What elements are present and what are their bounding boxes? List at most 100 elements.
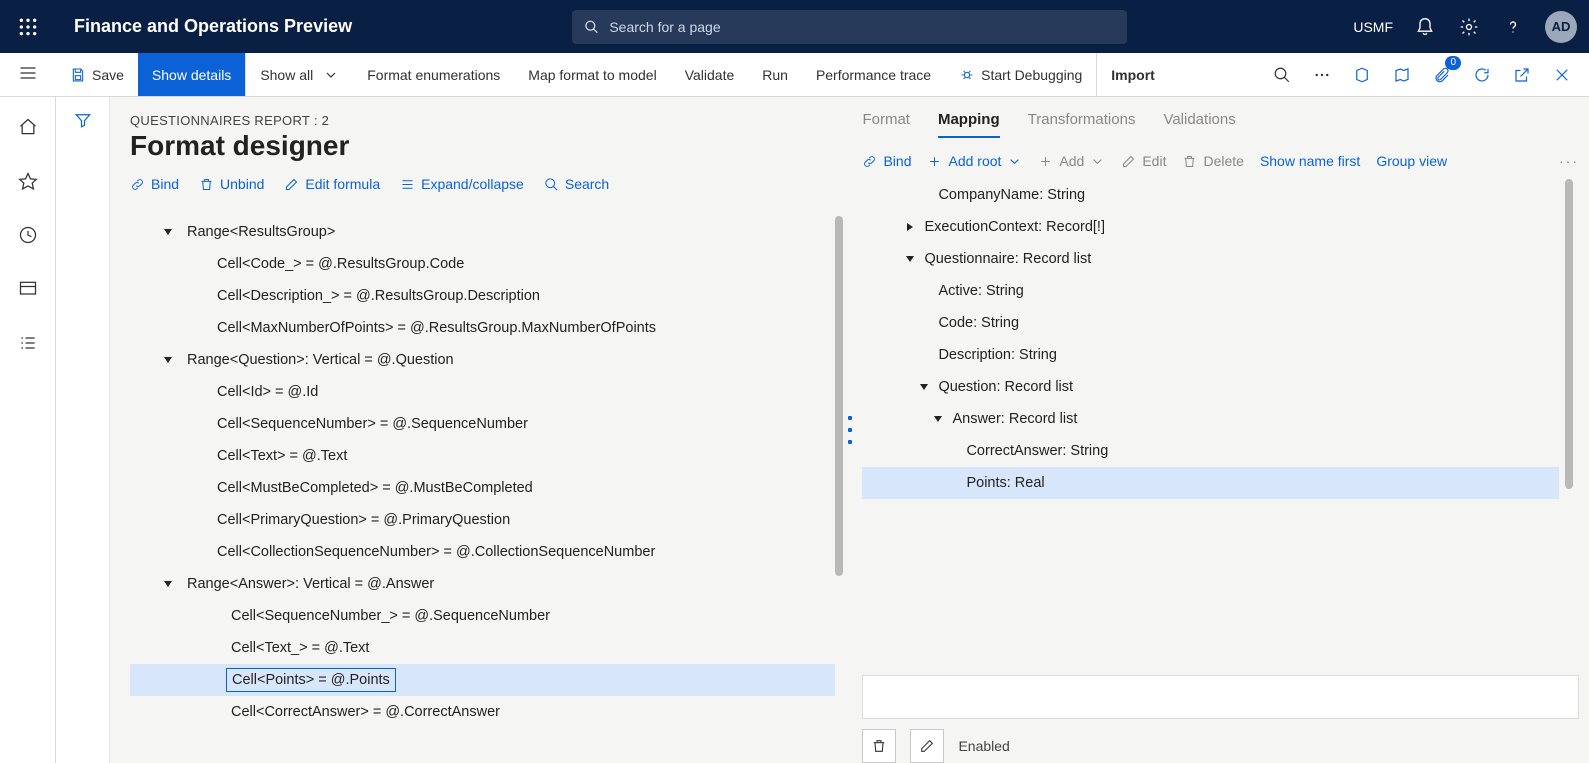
mapping-tree-row[interactable]: CompanyName: String (862, 179, 1559, 211)
expand-toggle-icon[interactable] (916, 379, 932, 395)
tab-format[interactable]: Format (862, 105, 910, 138)
bind-button[interactable]: Bind (130, 176, 179, 192)
mapping-node-label: CorrectAnswer: String (966, 443, 1108, 459)
expand-toggle-icon[interactable] (160, 352, 176, 368)
format-tree-row[interactable]: Cell<MaxNumberOfPoints> = @.ResultsGroup… (130, 312, 835, 344)
tree-spacer (944, 475, 960, 491)
mapping-bind-button[interactable]: Bind (862, 153, 911, 169)
format-tree-row[interactable]: Cell<SequenceNumber> = @.SequenceNumber (130, 408, 835, 440)
run-button[interactable]: Run (748, 53, 802, 96)
tree-node-label: Cell<Points> = @.Points (226, 668, 396, 692)
tree-node-label: Range<ResultsGroup> (182, 221, 340, 243)
format-tree-row[interactable]: Cell<SequenceNumber_> = @.SequenceNumber (130, 600, 835, 632)
mapping-tree-row[interactable]: ExecutionContext: Record[!] (862, 211, 1559, 243)
global-search[interactable] (572, 10, 1127, 44)
add-root-button[interactable]: Add root (927, 153, 1022, 169)
format-tree-row[interactable]: Cell<CorrectAnswer> = @.CorrectAnswer (130, 696, 835, 728)
expand-toggle-icon[interactable] (902, 219, 918, 235)
nav-recent-icon[interactable] (12, 219, 44, 251)
mapping-tree-row[interactable]: CorrectAnswer: String (862, 435, 1559, 467)
mapping-node-label: Answer: Record list (952, 411, 1077, 427)
nav-modules-icon[interactable] (12, 327, 44, 359)
map-format-to-model-button[interactable]: Map format to model (514, 53, 670, 96)
toolbar-refresh-icon[interactable] (1467, 60, 1497, 90)
tree-spacer (190, 544, 206, 560)
toolbar-attachments-icon[interactable]: 0 (1427, 60, 1457, 90)
legal-entity[interactable]: USMF (1353, 19, 1393, 35)
mapping-tree-row[interactable]: Code: String (862, 307, 1559, 339)
show-name-first-button[interactable]: Show name first (1260, 153, 1360, 169)
tree-spacer (190, 384, 206, 400)
expand-toggle-icon[interactable] (160, 224, 176, 240)
nav-favorites-icon[interactable] (12, 165, 44, 197)
mapping-tree-row[interactable]: Questionnaire: Record list (862, 243, 1559, 275)
mapping-tree-row[interactable]: Question: Record list (862, 371, 1559, 403)
user-avatar[interactable]: AD (1545, 11, 1577, 43)
mapping-scrollbar-thumb[interactable] (1565, 179, 1573, 489)
tree-search-button[interactable]: Search (544, 176, 609, 192)
expand-toggle-icon[interactable] (160, 576, 176, 592)
filter-panel-toggle[interactable] (56, 97, 110, 763)
nav-collapse-toggle[interactable] (0, 53, 56, 97)
tree-spacer (190, 448, 206, 464)
enabled-label: Enabled (958, 738, 1009, 754)
toolbar-more-icon[interactable] (1307, 60, 1337, 90)
format-tree[interactable]: Range<ResultsGroup> Cell<Code_> = @.Resul… (130, 216, 843, 763)
nav-rail (0, 97, 56, 763)
nav-workspaces-icon[interactable] (12, 273, 44, 305)
help-icon[interactable] (1501, 15, 1525, 39)
mapping-tree-row[interactable]: Active: String (862, 275, 1559, 307)
format-tree-row[interactable]: Cell<CollectionSequenceNumber> = @.Colle… (130, 536, 835, 568)
toolbar-office-icon[interactable] (1347, 60, 1377, 90)
toolbar-popout-icon[interactable] (1507, 60, 1537, 90)
mapping-tree-row[interactable]: Description: String (862, 339, 1559, 371)
format-tree-row[interactable]: Range<ResultsGroup> (130, 216, 835, 248)
tab-transformations[interactable]: Transformations (1028, 105, 1136, 138)
scrollbar-thumb[interactable] (835, 216, 843, 576)
format-tree-row[interactable]: Cell<Text_> = @.Text (130, 632, 835, 664)
tab-validations[interactable]: Validations (1163, 105, 1235, 138)
enabled-edit-button[interactable] (910, 729, 944, 763)
expand-toggle-icon[interactable] (902, 251, 918, 267)
save-button[interactable]: Save (56, 53, 138, 96)
format-tree-row[interactable]: Cell<Code_> = @.ResultsGroup.Code (130, 248, 835, 280)
expand-collapse-button[interactable]: Expand/collapse (400, 176, 524, 192)
nav-home-icon[interactable] (12, 111, 44, 143)
group-view-button[interactable]: Group view (1376, 153, 1447, 169)
expand-toggle-icon[interactable] (930, 411, 946, 427)
import-button[interactable]: Import (1097, 53, 1169, 96)
mapping-more-icon[interactable]: ··· (1559, 153, 1579, 169)
enabled-delete-button[interactable] (862, 729, 896, 763)
format-tree-row[interactable]: Cell<Points> = @.Points (130, 664, 835, 696)
global-search-input[interactable] (609, 19, 1115, 35)
mapping-tree[interactable]: CompanyName: String ExecutionContext: Rec… (862, 179, 1579, 499)
tab-mapping[interactable]: Mapping (938, 105, 1000, 138)
mapping-tree-row[interactable]: Answer: Record list (862, 403, 1559, 435)
validate-button[interactable]: Validate (671, 53, 749, 96)
start-debugging-button[interactable]: Start Debugging (945, 53, 1097, 96)
toolbar-close-icon[interactable] (1547, 60, 1577, 90)
format-enumerations-button[interactable]: Format enumerations (353, 53, 514, 96)
panel-splitter[interactable] (843, 97, 857, 763)
format-tree-row[interactable]: Cell<Text> = @.Text (130, 440, 835, 472)
format-tree-row[interactable]: Cell<MustBeCompleted> = @.MustBeComplete… (130, 472, 835, 504)
tree-spacer (916, 187, 932, 203)
format-tree-row[interactable]: Cell<Description_> = @.ResultsGroup.Desc… (130, 280, 835, 312)
notifications-icon[interactable] (1413, 15, 1437, 39)
format-tree-row[interactable]: Cell<PrimaryQuestion> = @.PrimaryQuestio… (130, 504, 835, 536)
app-launcher-icon[interactable] (12, 11, 44, 43)
unbind-button[interactable]: Unbind (199, 176, 264, 192)
show-all-button[interactable]: Show all (246, 53, 353, 96)
mapping-tree-row[interactable]: Points: Real (862, 467, 1559, 499)
format-tree-row[interactable]: Cell<Id> = @.Id (130, 376, 835, 408)
mapping-node-label: ExecutionContext: Record[!] (924, 219, 1105, 235)
format-tree-row[interactable]: Range<Answer>: Vertical = @.Answer (130, 568, 835, 600)
show-details-button[interactable]: Show details (138, 53, 246, 96)
settings-gear-icon[interactable] (1457, 15, 1481, 39)
performance-trace-button[interactable]: Performance trace (802, 53, 945, 96)
expression-input[interactable] (862, 675, 1579, 719)
toolbar-search-icon[interactable] (1267, 60, 1297, 90)
format-tree-row[interactable]: Range<Question>: Vertical = @.Question (130, 344, 835, 376)
toolbar-map-icon[interactable] (1387, 60, 1417, 90)
edit-formula-button[interactable]: Edit formula (284, 176, 380, 192)
